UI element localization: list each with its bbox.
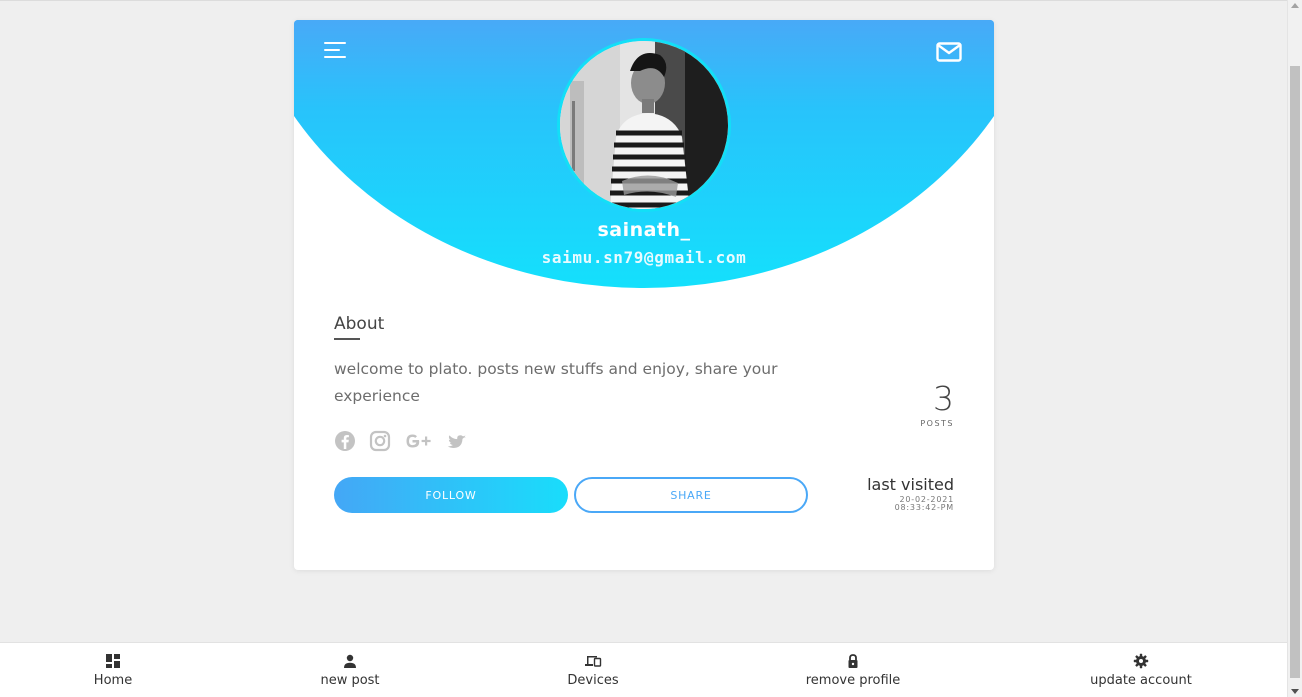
avatar [557,38,731,212]
nav-label-home: Home [93,673,133,688]
lock-icon [848,654,858,668]
person-icon [344,654,356,668]
nav-item-home[interactable]: Home [83,643,143,697]
twitter-icon[interactable] [445,430,467,452]
top-divider [0,0,1287,1]
profile-card: sainath_ saimu.sn79@gmail.com About welc… [294,20,994,570]
nav-item-new-post[interactable]: new post [310,643,390,697]
scroll-up-arrow-icon[interactable] [1291,3,1299,8]
google-plus-icon[interactable] [404,430,432,452]
nav-label-update-account: update account [1090,673,1192,688]
nav-item-update-account[interactable]: update account [1082,643,1200,697]
page-scrollbar[interactable] [1287,0,1302,697]
username: sainath_ [597,219,691,241]
nav-label-remove-profile: remove profile [805,673,901,688]
share-button[interactable]: SHARE [574,477,808,513]
gear-icon [1133,653,1149,669]
nav-item-devices[interactable]: Devices [556,643,630,697]
posts-label: POSTS [920,419,954,428]
posts-count: 3 [933,379,954,418]
user-email: saimu.sn79@gmail.com [541,248,747,267]
hamburger-menu-icon[interactable] [324,42,346,59]
scrollbar-thumb[interactable] [1290,66,1300,678]
facebook-icon[interactable] [334,430,356,452]
scroll-down-arrow-icon[interactable] [1291,689,1299,694]
mail-icon[interactable] [936,42,962,62]
last-visited-datetime: 20-02-2021 08:33:42-PM [895,496,954,512]
dashboard-icon [106,654,120,668]
about-heading: About [334,314,385,334]
follow-button[interactable]: FOLLOW [334,477,568,513]
last-visited-title: last visited [867,475,954,494]
social-links [334,430,467,452]
profile-photo [560,41,728,209]
about-text: welcome to plato. posts new stuffs and e… [334,360,778,405]
last-visited-time: 08:33:42-PM [894,503,954,512]
instagram-icon[interactable] [369,430,391,452]
nav-item-remove-profile[interactable]: remove profile [800,643,906,697]
bottom-navigation: Home new post Devices remove profile upd… [0,642,1287,697]
nav-label-devices: Devices [567,673,619,688]
nav-label-new-post: new post [320,673,380,688]
about-underline [334,338,360,340]
devices-icon [585,656,602,667]
